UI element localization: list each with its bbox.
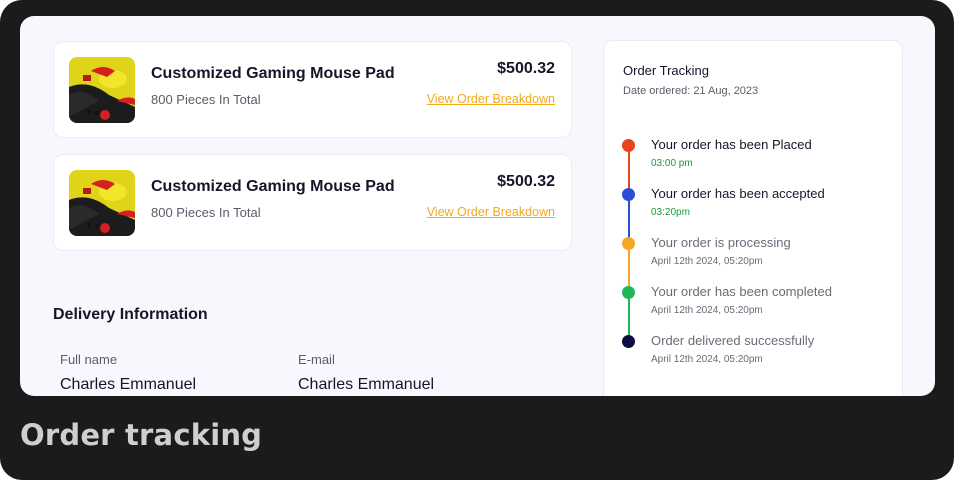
product-card: Customized Gaming Mouse Pad 800 Pieces I… — [53, 154, 572, 251]
timeline-step-time: April 12th 2024, 05:20pm — [651, 256, 763, 267]
timeline-status-dot — [622, 237, 635, 250]
timeline-step-label: Your order is processing — [651, 235, 791, 250]
timeline-step-time: 03:00 pm — [651, 158, 693, 169]
product-price: $500.32 — [497, 60, 555, 77]
timeline-step-time: April 12th 2024, 05:20pm — [651, 305, 763, 316]
timeline-step-time: 03:20pm — [651, 207, 690, 218]
full-name-label: Full name — [60, 352, 118, 367]
date-ordered: Date ordered: 21 Aug, 2023 — [623, 85, 759, 97]
timeline-connector — [628, 298, 630, 336]
product-name: Customized Gaming Mouse Pad — [151, 65, 395, 82]
view-order-breakdown-link[interactable]: View Order Breakdown — [427, 205, 555, 219]
timeline-status-dot — [622, 139, 635, 152]
timeline-step-label: Your order has been completed — [651, 284, 832, 299]
presentation-frame: Customized Gaming Mouse Pad 800 Pieces I… — [0, 0, 954, 480]
order-tracking-title: Order Tracking — [623, 63, 709, 78]
product-thumbnail — [69, 57, 135, 123]
order-tracking-panel: Order Tracking Date ordered: 21 Aug, 202… — [603, 40, 903, 396]
mouse-pad-image — [69, 57, 135, 123]
product-price: $500.32 — [497, 173, 555, 190]
full-name-value: Charles Emmanuel — [60, 376, 197, 393]
timeline-status-dot — [622, 335, 635, 348]
product-card: Customized Gaming Mouse Pad 800 Pieces I… — [53, 41, 572, 138]
product-quantity: 800 Pieces In Total — [151, 205, 261, 220]
delivery-information-heading: Delivery Information — [53, 306, 208, 323]
product-thumbnail — [69, 170, 135, 236]
timeline-connector — [628, 200, 630, 238]
timeline-connector — [628, 249, 630, 287]
timeline-status-dot — [622, 286, 635, 299]
product-name: Customized Gaming Mouse Pad — [151, 178, 395, 195]
timeline-step-label: Your order has been accepted — [651, 186, 825, 201]
timeline-step-label: Your order has been Placed — [651, 137, 812, 152]
caption-title: Order tracking — [20, 418, 263, 452]
timeline-connector — [628, 151, 630, 189]
mouse-pad-image — [69, 170, 135, 236]
view-order-breakdown-link[interactable]: View Order Breakdown — [427, 92, 555, 106]
timeline-status-dot — [622, 188, 635, 201]
email-label: E-mail — [298, 352, 335, 367]
timeline-step-time: April 12th 2024, 05:20pm — [651, 354, 763, 365]
product-quantity: 800 Pieces In Total — [151, 92, 261, 107]
order-tracking-screen: Customized Gaming Mouse Pad 800 Pieces I… — [20, 16, 935, 396]
email-value: Charles Emmanuel — [298, 376, 435, 393]
timeline-step-label: Order delivered successfully — [651, 333, 815, 348]
